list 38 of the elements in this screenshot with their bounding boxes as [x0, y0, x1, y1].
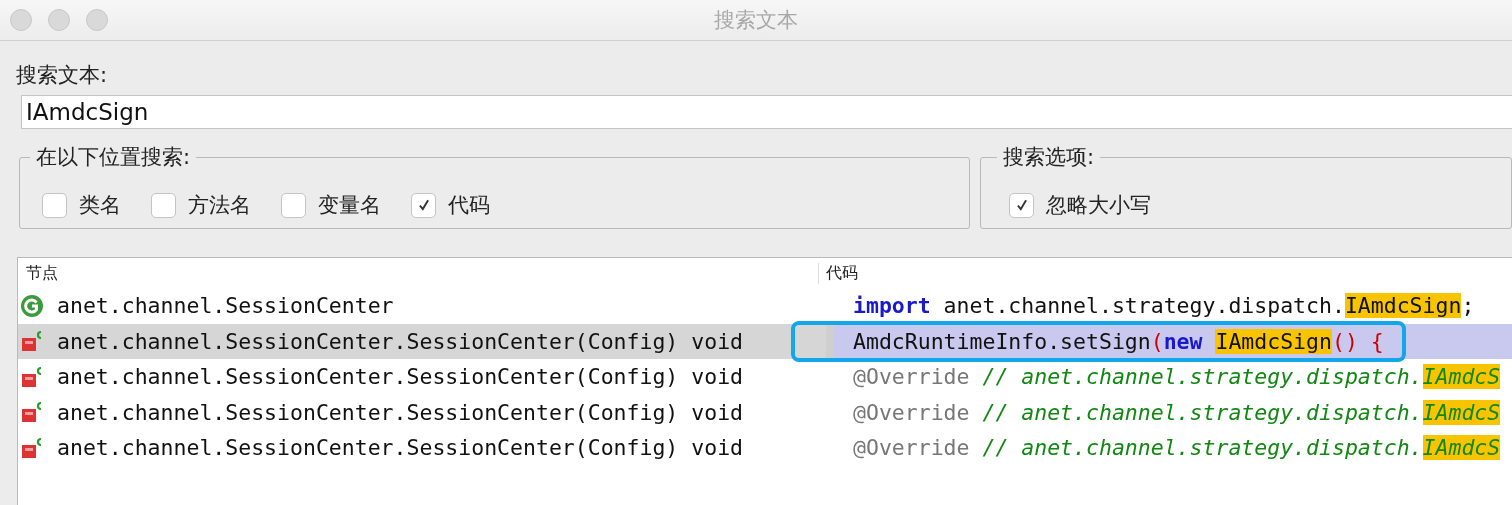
- search-field[interactable]: IAmdcSign: [21, 95, 1512, 129]
- minimize-button[interactable]: [48, 9, 70, 31]
- check-icon: [1014, 198, 1029, 212]
- window-title: 搜索文本: [714, 7, 798, 34]
- column-header[interactable]: 节点: [18, 262, 818, 284]
- search-label: 搜索文本:: [16, 62, 109, 89]
- column-header[interactable]: 代码: [818, 262, 1512, 284]
- close-button[interactable]: [10, 9, 32, 31]
- checkbox-label: 变量名: [318, 192, 381, 219]
- checkbox-label: 方法名: [188, 192, 251, 219]
- group-title: 在以下位置搜索:: [35, 144, 192, 171]
- code-line: @Override // anet.channel.strategy.dispatch.IAmdcS: [853, 399, 1501, 425]
- node-row[interactable]: anet.channel.SessionCenter.SessionCenter(Config) void: [18, 394, 826, 430]
- row-marker: [826, 323, 834, 359]
- node-row[interactable]: anet.channel.SessionCenter: [18, 288, 826, 324]
- checkbox[interactable]: [151, 192, 176, 218]
- checkbox[interactable]: [42, 192, 67, 218]
- checkbox-label: 忽略大小写: [1046, 192, 1152, 219]
- method-icon: [20, 435, 44, 460]
- checkbox[interactable]: [1009, 192, 1035, 218]
- node-row[interactable]: anet.channel.SessionCenter.SessionCenter(Config) void: [18, 430, 826, 466]
- check-icon: [416, 198, 431, 212]
- code-line: @Override // anet.channel.strategy.dispatch.IAmdcS: [853, 435, 1501, 461]
- checkbox-label: 代码: [448, 192, 490, 219]
- code-line: AmdcRuntimeInfo.setSign(new IAmdcSign() {: [853, 328, 1384, 354]
- code-line: import anet.channel.strategy.dispatch.IAmdcSign;: [853, 293, 1475, 319]
- class-icon: [20, 293, 44, 318]
- method-icon: [20, 400, 44, 425]
- zoom-button[interactable]: [86, 9, 108, 31]
- method-icon: [20, 364, 44, 389]
- checkbox-label: 类名: [79, 192, 121, 219]
- checkbox[interactable]: [281, 192, 306, 218]
- method-icon: [20, 329, 44, 354]
- checkbox[interactable]: [411, 192, 436, 218]
- node-row[interactable]: anet.channel.SessionCenter.SessionCenter(Config) void: [18, 323, 826, 359]
- code-line: @Override // anet.channel.strategy.dispatch.IAmdcS: [853, 364, 1501, 390]
- group-title: 搜索选项:: [1002, 144, 1096, 171]
- node-row[interactable]: anet.channel.SessionCenter.SessionCenter(Config) void: [18, 359, 826, 395]
